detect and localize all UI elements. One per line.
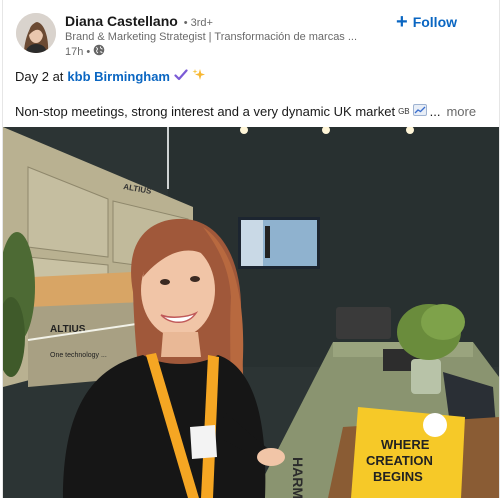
globe-icon <box>93 44 105 59</box>
kbb-birmingham-link[interactable]: kbb Birmingham <box>67 69 170 84</box>
connection-degree: • 3rd+ <box>183 17 213 29</box>
book-title-line2: CREATION <box>366 453 433 468</box>
plus-icon: + <box>396 11 408 33</box>
sparkle-icon <box>192 68 206 85</box>
post-text-line2: Non-stop meetings, strong interest and a… <box>15 104 476 119</box>
counter-text: HARM <box>290 457 306 498</box>
book-title-line3: BEGINS <box>373 469 423 484</box>
see-more-button[interactable]: more <box>446 104 476 119</box>
feed-post: Diana Castellano • 3rd+ Brand & Marketin… <box>2 0 500 498</box>
author-avatar[interactable] <box>16 13 56 53</box>
follow-label: Follow <box>412 14 458 30</box>
follow-button[interactable]: + Follow <box>396 11 458 33</box>
post-meta: 17h • <box>65 44 105 59</box>
chart-icon <box>412 104 427 119</box>
post-text-body: Non-stop meetings, strong interest and a… <box>15 104 396 119</box>
panel-tagline: One technology ... <box>50 352 107 359</box>
author-name[interactable]: Diana Castellano <box>65 13 178 29</box>
check-icon <box>174 69 188 84</box>
post-time: 17h • <box>65 45 91 58</box>
post-header: Diana Castellano • 3rd+ Brand & Marketin… <box>3 0 499 62</box>
post-text-line1: Day 2 at kbb Birmingham <box>15 68 206 85</box>
post-text-prefix: Day 2 at <box>15 69 64 84</box>
author-name-line[interactable]: Diana Castellano • 3rd+ <box>65 13 213 29</box>
post-image[interactable]: ALTIUS ALTIUS One technology ... HARM WH… <box>3 127 499 498</box>
ellipsis: ... <box>429 104 441 119</box>
flag-label: GB <box>398 107 410 116</box>
book-title-line1: WHERE <box>381 437 430 452</box>
author-headline: Brand & Marketing Strategist | Transform… <box>65 31 358 43</box>
